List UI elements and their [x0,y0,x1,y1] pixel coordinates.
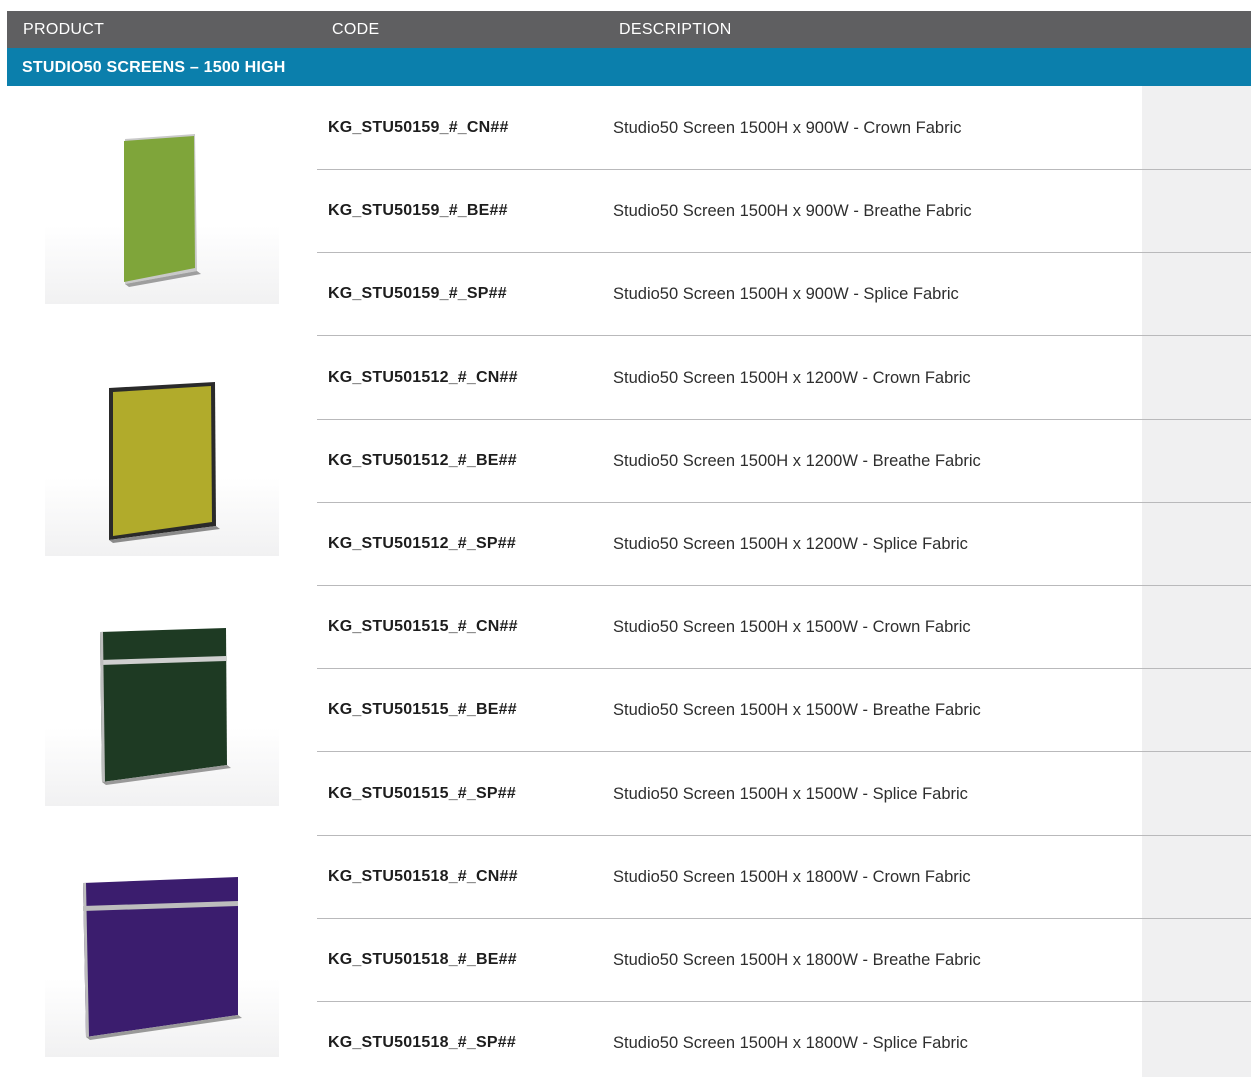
product-description: Studio50 Screen 1500H x 900W - Splice Fa… [613,285,959,303]
table-row: KG_STU501515_#_BE## Studio50 Screen 1500H… [317,668,1251,752]
product-description: Studio50 Screen 1500H x 1500W - Splice F… [613,785,968,803]
screen-panel [100,628,227,782]
product-code: KG_STU50159_#_BE## [328,202,508,219]
table-row: KG_STU501518_#_BE## Studio50 Screen 1500H… [317,918,1251,1002]
section-header: STUDIO50 SCREENS – 1500 HIGH [7,48,1251,86]
table-row: KG_STU50159_#_SP## Studio50 Screen 1500H … [317,252,1251,336]
product-code: KG_STU501515_#_CN## [328,618,518,635]
table-row: KG_STU501518_#_CN## Studio50 Screen 1500H… [317,835,1251,919]
product-code: KG_STU501512_#_BE## [328,452,517,469]
product-description: Studio50 Screen 1500H x 1200W - Crown Fa… [613,369,971,387]
table-row: KG_STU50159_#_BE## Studio50 Screen 1500H … [317,169,1251,253]
screen-panel [113,386,212,536]
product-description: Studio50 Screen 1500H x 1800W - Crown Fa… [613,868,971,886]
product-code: KG_STU501518_#_SP## [328,1034,516,1051]
product-description: Studio50 Screen 1500H x 900W - Crown Fab… [613,119,962,137]
table-row: KG_STU501515_#_SP## Studio50 Screen 1500H… [317,752,1251,836]
table-row: KG_STU50159_#_CN## Studio50 Screen 1500H … [317,86,1251,170]
table-row: KG_STU501512_#_BE## Studio50 Screen 1500H… [317,419,1251,503]
table-row: KG_STU501515_#_CN## Studio50 Screen 1500H… [317,585,1251,669]
column-header-product: PRODUCT [23,21,105,38]
product-description: Studio50 Screen 1500H x 900W - Breathe F… [613,202,972,220]
screen-panel [124,136,195,282]
product-code: KG_STU501515_#_SP## [328,785,516,802]
product-code: KG_STU501512_#_CN## [328,369,518,386]
product-code: KG_STU50159_#_SP## [328,285,507,302]
column-header-description: DESCRIPTION [619,21,732,38]
table-row: KG_STU501512_#_CN## Studio50 Screen 1500H… [317,336,1251,420]
product-image-1200w [45,360,279,556]
product-description: Studio50 Screen 1500H x 1200W - Splice F… [613,535,968,553]
table-row: KG_STU501518_#_SP## Studio50 Screen 1500H… [317,1001,1251,1084]
screen-panel [83,877,238,1037]
product-description: Studio50 Screen 1500H x 1500W - Breathe … [613,701,981,719]
product-image-1800w [45,861,279,1057]
product-description: Studio50 Screen 1500H x 1200W - Breathe … [613,452,981,470]
product-image-900w [45,108,279,304]
product-code: KG_STU501518_#_CN## [328,868,518,885]
product-description: Studio50 Screen 1500H x 1500W - Crown Fa… [613,618,971,636]
product-code: KG_STU501512_#_SP## [328,535,516,552]
column-header-code: CODE [332,21,380,38]
product-image-1500w [45,610,279,806]
product-description: Studio50 Screen 1500H x 1800W - Splice F… [613,1034,968,1052]
product-description: Studio50 Screen 1500H x 1800W - Breathe … [613,951,981,969]
product-code: KG_STU501515_#_BE## [328,701,517,718]
section-title: STUDIO50 SCREENS – 1500 HIGH [22,59,286,76]
table-row: KG_STU501512_#_SP## Studio50 Screen 1500H… [317,502,1251,586]
product-code: KG_STU50159_#_CN## [328,119,509,136]
product-code: KG_STU501518_#_BE## [328,951,517,968]
table-header: PRODUCT CODE DESCRIPTION [7,11,1251,48]
